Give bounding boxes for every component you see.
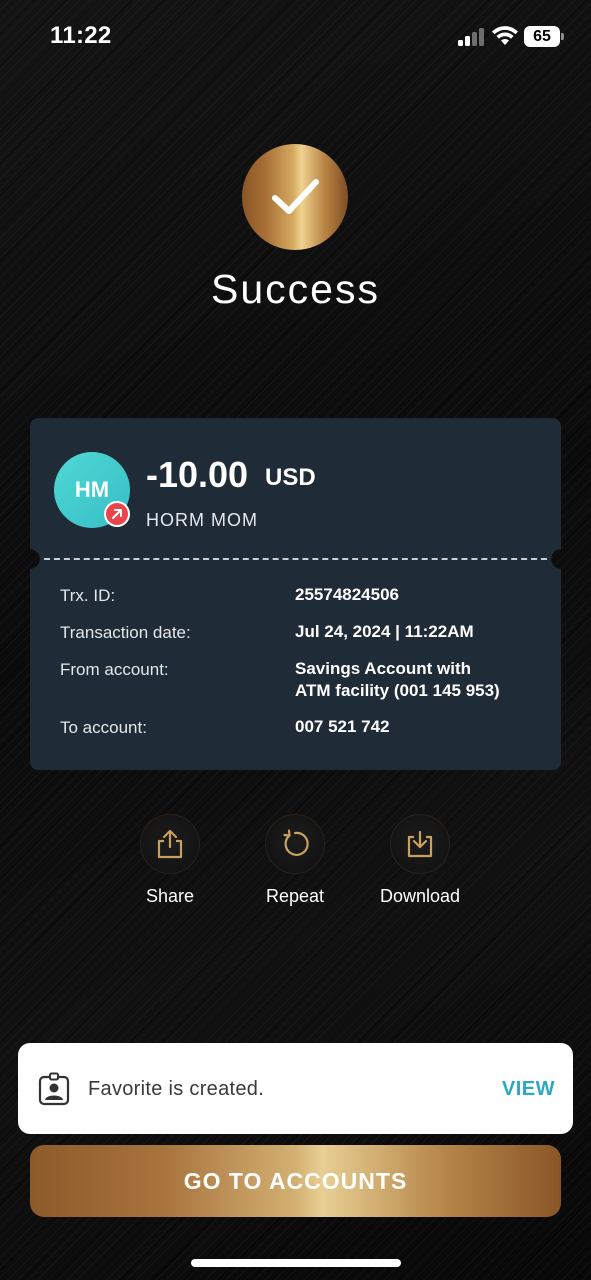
repeat-icon [265,814,325,874]
download-label: Download [379,886,461,906]
share-label: Share [145,886,195,906]
trx-id-value: 25574824506 [295,585,400,604]
repeat-label: Repeat [265,886,325,906]
wifi-icon [492,26,518,45]
transaction-date-label: Transaction date: [60,623,191,642]
dashed-divider [44,558,547,560]
to-account-value: 007 521 742 [295,717,390,736]
from-account-label: From account: [60,660,169,679]
download-icon [390,814,450,874]
contact-card-icon [38,1072,70,1106]
go-to-accounts-button[interactable]: GO TO ACCOUNTS [30,1145,561,1217]
cellular-signal-icon [458,28,486,46]
battery-icon: 65 [524,26,564,47]
status-bar: 11:22 65 [0,0,591,74]
from-account-value-line1: Savings Account with [295,659,472,678]
success-checkmark-icon [242,144,348,250]
page-title: Success [211,266,380,312]
transaction-date-value: Jul 24, 2024 | 11:22AM [295,622,474,641]
transaction-amount: -10.00 [146,454,249,495]
share-icon [140,814,200,874]
to-account-label: To account: [60,718,147,737]
transaction-card: HM -10.00 USD HORM MOM Trx. ID: 25574824… [30,418,561,770]
transaction-currency: USD [265,464,316,491]
trx-id-label: Trx. ID: [60,586,116,605]
from-account-value-line2: ATM facility (001 145 953) [295,681,500,700]
outgoing-arrow-icon [104,501,130,527]
share-button[interactable]: Share [110,814,230,907]
recipient-name: HORM MOM [146,510,258,530]
home-indicator[interactable] [191,1259,401,1267]
favorite-toast: Favorite is created. VIEW [18,1043,573,1134]
toast-message: Favorite is created. [88,1078,265,1100]
battery-level: 65 [524,26,560,47]
repeat-button[interactable]: Repeat [235,814,355,907]
status-time: 11:22 [50,22,112,49]
download-button[interactable]: Download [360,814,480,907]
toast-view-button[interactable]: VIEW [502,1078,555,1101]
